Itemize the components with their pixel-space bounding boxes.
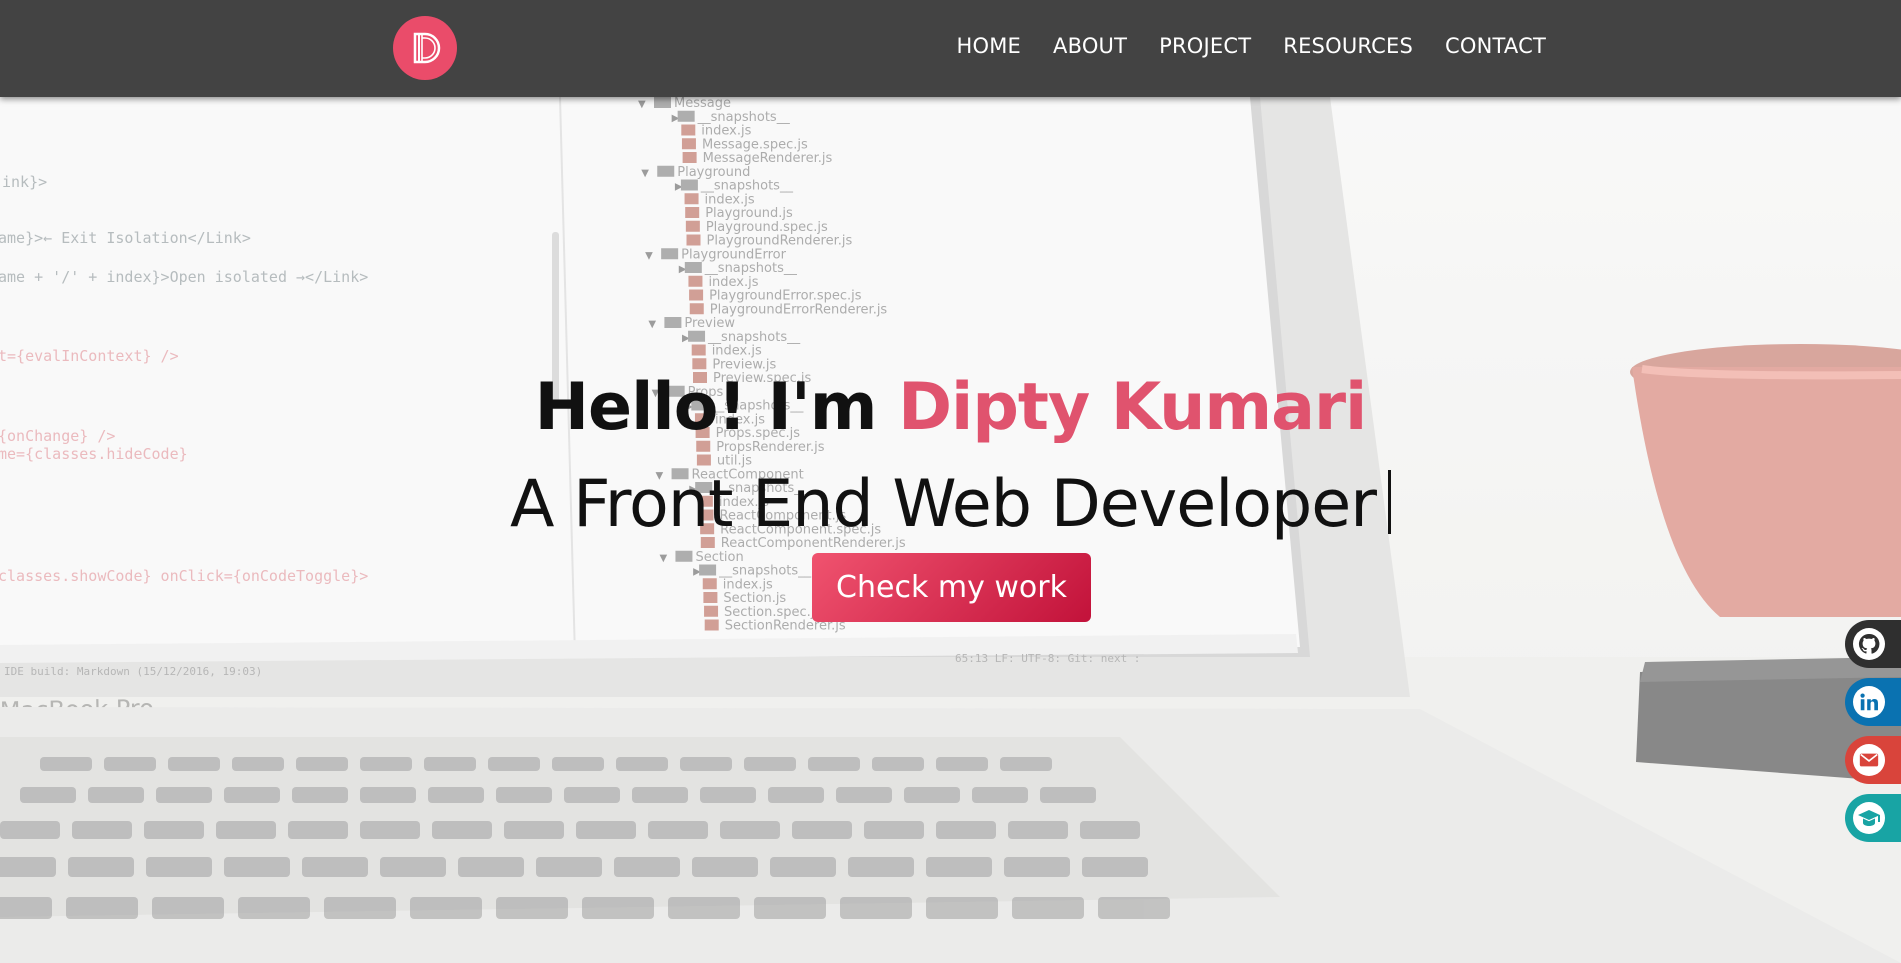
nav-links: HOME ABOUT PROJECT RESOURCES CONTACT: [957, 0, 1547, 92]
logo-d-icon: [413, 32, 441, 64]
hero-title: Hello! I'm Dipty Kumari: [0, 370, 1901, 445]
github-button[interactable]: [1845, 620, 1901, 668]
check-my-work-button[interactable]: Check my work: [812, 553, 1091, 622]
education-button[interactable]: [1845, 794, 1901, 842]
typing-caret: [1388, 470, 1392, 534]
nav-resources[interactable]: RESOURCES: [1283, 34, 1413, 58]
social-bar: [1845, 620, 1901, 842]
logo[interactable]: [393, 16, 457, 80]
nav-project[interactable]: PROJECT: [1159, 34, 1251, 58]
subtitle-text: A Front End Web Developer: [509, 467, 1377, 542]
greeting-text: Hello! I'm: [534, 370, 899, 445]
linkedin-icon: [1853, 686, 1885, 718]
linkedin-button[interactable]: [1845, 678, 1901, 726]
hero-name: Dipty Kumari: [898, 370, 1367, 445]
nav-about[interactable]: ABOUT: [1053, 34, 1127, 58]
hero-subtitle: A Front End Web Developer: [0, 467, 1901, 542]
envelope-icon: [1853, 744, 1885, 776]
nav-home[interactable]: HOME: [957, 34, 1022, 58]
navbar: HOME ABOUT PROJECT RESOURCES CONTACT: [0, 0, 1901, 97]
github-icon: [1853, 628, 1885, 660]
nav-contact[interactable]: CONTACT: [1445, 34, 1546, 58]
email-button[interactable]: [1845, 736, 1901, 784]
graduation-cap-icon: [1853, 802, 1885, 834]
